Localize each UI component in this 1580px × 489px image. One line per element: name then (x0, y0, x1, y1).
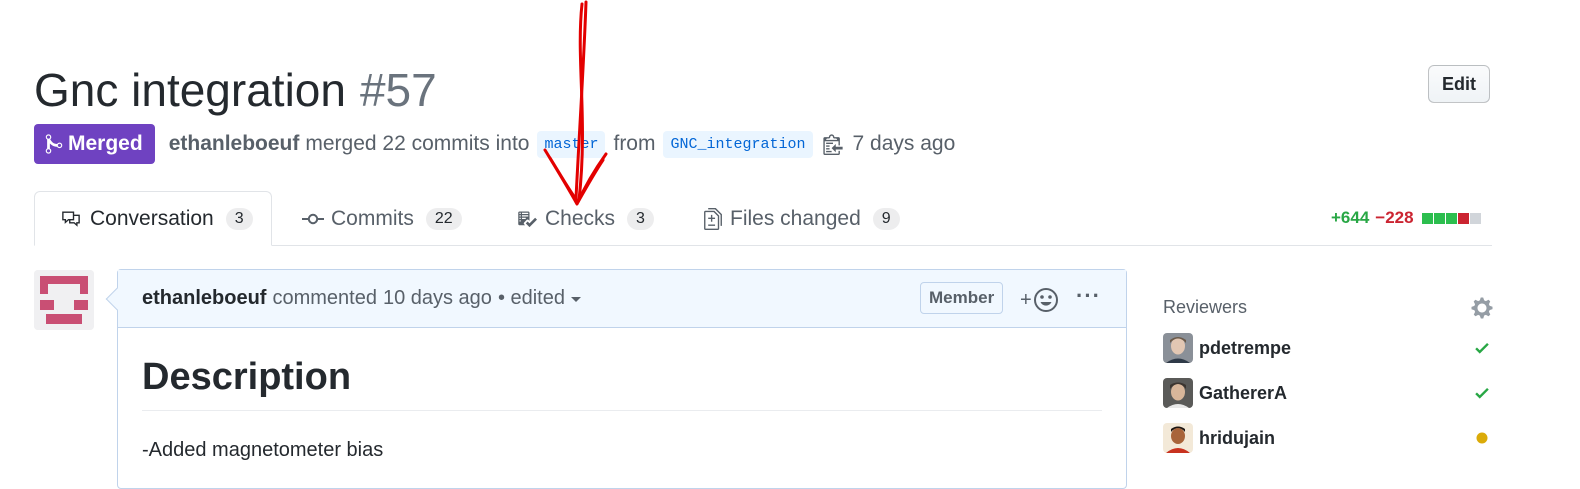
edited-dropdown[interactable]: • edited (498, 287, 583, 310)
reviewer-name: hridujain (1199, 427, 1275, 448)
tab-label: Files changed (730, 206, 861, 230)
diffstat: +644 −228 (1331, 208, 1482, 228)
pr-meta: Merged ethanleboeuf merged 22 commits in… (34, 124, 961, 164)
avatar (1163, 333, 1193, 363)
diffstat-block (1445, 212, 1457, 224)
identicon-icon (34, 270, 94, 330)
pr-title-text: Gnc integration (34, 64, 346, 116)
reaction-plus: + (1020, 288, 1032, 311)
edited-label: • edited (497, 287, 565, 309)
more-options-button[interactable]: ··· (1076, 283, 1101, 309)
comment-header: ethanleboeuf commented 10 days ago • edi… (118, 270, 1126, 328)
pr-number: #57 (359, 64, 437, 116)
comment-author-link[interactable]: ethanleboeuf (142, 287, 266, 310)
diffstat-additions: +644 (1331, 208, 1370, 227)
add-reaction-button[interactable]: + (1020, 287, 1059, 313)
file-diff-icon (703, 207, 723, 230)
head-branch[interactable]: GNC_integration (663, 130, 813, 158)
tab-files-changed[interactable]: Files changed 9 (703, 191, 900, 246)
pending-dot-icon (1476, 431, 1488, 449)
reviewer-name: GathererA (1199, 382, 1288, 403)
avatar[interactable] (34, 270, 94, 330)
pr-author-link[interactable]: ethanleboeuf (169, 132, 300, 156)
reviewer-item[interactable]: GathererA (1163, 377, 1287, 409)
merge-text: merged 22 commits into (305, 132, 530, 155)
diffstat-block (1433, 212, 1445, 224)
comment-heading: Description (142, 354, 1102, 411)
check-icon (1472, 339, 1492, 362)
diffstat-deletions: −228 (1375, 208, 1414, 227)
reviewers-heading: Reviewers (1163, 297, 1248, 317)
tab-counter: 9 (872, 207, 900, 230)
git-commit-icon (302, 209, 324, 229)
base-branch[interactable]: master (537, 130, 606, 158)
check-icon (1472, 384, 1492, 407)
comment-text: -Added magnetometer bias (142, 439, 384, 461)
tab-counter: 3 (627, 207, 654, 230)
diffstat-block (1469, 212, 1481, 224)
caret-down-icon (571, 296, 581, 302)
avatar (1163, 378, 1193, 408)
comment-action: commented (272, 287, 377, 309)
reviewer-item[interactable]: pdetrempe (1163, 332, 1291, 364)
tab-conversation[interactable]: Conversation 3 (34, 191, 272, 246)
diffstat-block (1421, 212, 1433, 224)
comment-body: Description -Added magnetometer bias (142, 328, 1102, 462)
comment-time-link[interactable]: 10 days ago (383, 287, 492, 310)
pr-title: Gnc integration #57 (34, 62, 437, 118)
comment-box: ethanleboeuf commented 10 days ago • edi… (117, 269, 1127, 489)
reviewer-name: pdetrempe (1199, 337, 1292, 358)
avatar (1163, 423, 1193, 453)
tab-checks[interactable]: Checks 3 (516, 191, 654, 246)
from-text: from (613, 132, 656, 155)
reviewer-item[interactable]: hridujain (1163, 422, 1275, 454)
tab-counter: 22 (425, 207, 462, 230)
copy-branch-icon[interactable] (822, 133, 843, 155)
tab-counter: 3 (225, 207, 253, 230)
diffstat-blocks (1421, 212, 1482, 224)
merge-icon (45, 134, 63, 154)
edit-button[interactable]: Edit (1428, 65, 1490, 103)
merge-time: 7 days ago (852, 132, 956, 155)
merged-label: Merged (68, 132, 143, 155)
merged-state-badge: Merged (34, 124, 155, 164)
checklist-icon (516, 209, 538, 229)
smiley-icon (1033, 288, 1058, 312)
comment-discussion-icon (59, 209, 83, 229)
tab-label: Checks (545, 206, 616, 230)
gear-icon[interactable] (1470, 296, 1494, 325)
tab-commits[interactable]: Commits 22 (302, 191, 462, 246)
member-badge: Member (920, 282, 1004, 314)
tab-label: Conversation (90, 206, 214, 230)
tab-label: Commits (331, 206, 414, 230)
diffstat-block (1457, 212, 1469, 224)
